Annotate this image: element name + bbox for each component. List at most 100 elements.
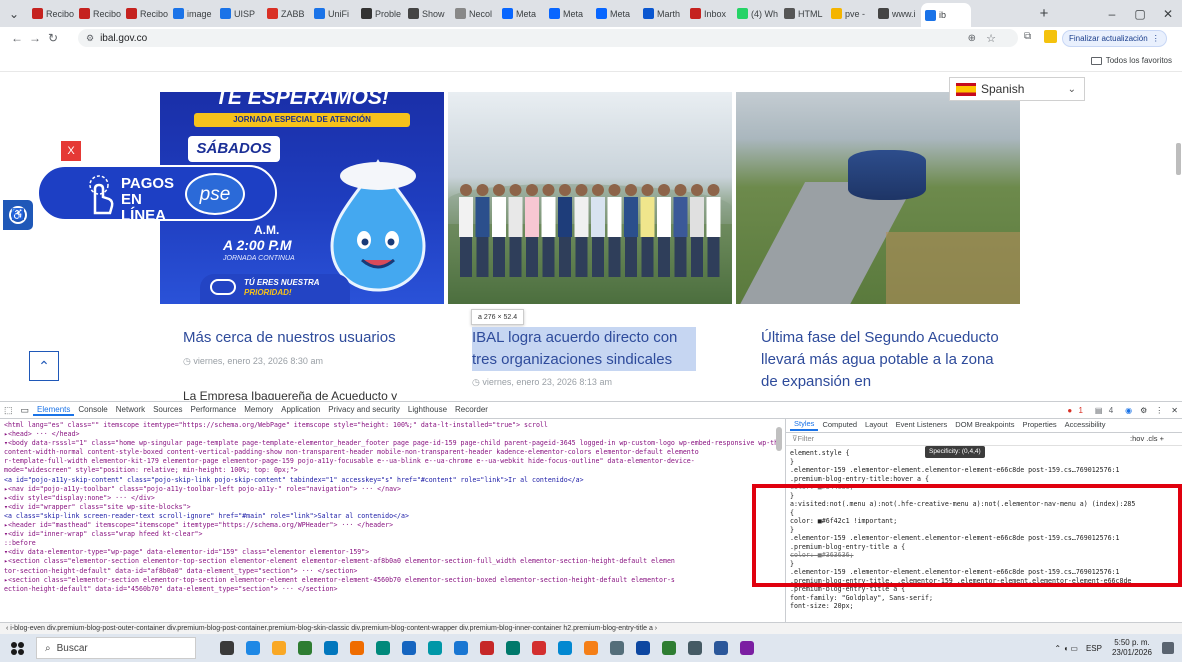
styles-subtab[interactable]: DOM Breakpoints xyxy=(951,421,1018,430)
kebab-menu-icon[interactable]: ⋮ xyxy=(1152,34,1160,43)
dom-line[interactable]: ::before xyxy=(4,539,782,548)
dom-line[interactable]: tor-section-height-default" data-id="af8… xyxy=(4,567,782,576)
browser-tab[interactable]: (4) Wh xyxy=(733,3,780,25)
accessibility-toolbar-button[interactable]: ♿ xyxy=(3,200,33,230)
styles-subtab[interactable]: Event Listeners xyxy=(892,421,952,430)
inspect-icon[interactable]: ⬚ xyxy=(0,405,17,416)
taskbar-app-icon[interactable] xyxy=(216,639,238,657)
bookmark-star-icon[interactable]: ☆ xyxy=(986,32,996,45)
devtools-tab[interactable]: Memory xyxy=(240,405,277,416)
close-badge[interactable]: X xyxy=(61,141,81,161)
post-title-1[interactable]: Más cerca de nuestros usuarios xyxy=(183,327,433,349)
styles-subtab[interactable]: Computed xyxy=(818,421,861,430)
language-indicator[interactable]: ESP xyxy=(1086,644,1102,653)
dom-line[interactable]: ▸<div style="display:none"> ··· </div> xyxy=(4,494,782,503)
language-select[interactable]: Spanish ⌄ xyxy=(949,77,1085,101)
browser-tab[interactable]: Recibo xyxy=(75,3,122,25)
taskbar-app-icon[interactable] xyxy=(554,639,576,657)
browser-tab[interactable]: ib xyxy=(921,2,971,28)
browser-tab[interactable]: Recibo xyxy=(28,3,75,25)
browser-tab[interactable]: pve - xyxy=(827,3,874,25)
dom-line[interactable]: ▸<nav id="pojo-a11y-toolbar" class="pojo… xyxy=(4,485,782,494)
dom-line[interactable]: <html lang="es" class="" itemscope itemt… xyxy=(4,421,782,430)
taskbar-app-icon[interactable] xyxy=(528,639,550,657)
clock[interactable]: 5:50 p. m. 23/01/2026 xyxy=(1112,638,1152,658)
browser-tab[interactable]: image xyxy=(169,3,216,25)
browser-tab[interactable]: UniFi xyxy=(310,3,357,25)
maximize-button[interactable]: ▢ xyxy=(1126,7,1154,21)
styles-subtab[interactable]: Accessibility xyxy=(1061,421,1110,430)
devtools-tab[interactable]: Lighthouse xyxy=(404,405,451,416)
styles-filter-tools[interactable]: :hov .cls + xyxy=(1130,434,1164,444)
taskbar-app-icon[interactable] xyxy=(450,639,472,657)
dom-line[interactable]: ection-height-default" data-id="4560b70"… xyxy=(4,585,782,594)
devtools-tab[interactable]: Recorder xyxy=(451,405,492,416)
post-title-3[interactable]: Última fase del Segundo Acueducto llevar… xyxy=(761,327,1001,393)
devtools-tab[interactable]: Elements xyxy=(33,405,75,416)
back-button[interactable]: ← xyxy=(8,31,26,45)
browser-tab[interactable]: Meta xyxy=(592,3,639,25)
extensions-icon[interactable]: ⧉ xyxy=(1024,31,1031,42)
taskbar-app-icon[interactable] xyxy=(658,639,680,657)
browser-tab[interactable]: ZABB xyxy=(263,3,310,25)
all-bookmarks-link[interactable]: Todos los favoritos xyxy=(1106,56,1172,65)
taskbar-app-icon[interactable] xyxy=(502,639,524,657)
address-bar[interactable]: ⚙ ibal.gov.co ⊕ ☆ xyxy=(78,29,1018,47)
styles-subtab[interactable]: Styles xyxy=(790,420,819,431)
browser-tab[interactable]: Recibo xyxy=(122,3,169,25)
taskbar-app-icon[interactable] xyxy=(476,639,498,657)
styles-subtab[interactable]: Layout xyxy=(861,421,892,430)
profile-extension-icon[interactable] xyxy=(1044,30,1057,43)
taskbar-app-icon[interactable] xyxy=(398,639,420,657)
dom-line[interactable]: ▾<div id="wrapper" class="site wp-site-b… xyxy=(4,503,782,512)
dom-scroll-handle[interactable] xyxy=(776,427,782,451)
more-options-icon[interactable]: ⋮ xyxy=(1151,406,1167,415)
dom-line[interactable]: <a id="pojo-a11y-skip-content" class="po… xyxy=(4,476,782,485)
pse-payments-widget[interactable]: PAGOS EN LÍNEA pse xyxy=(37,165,277,224)
dom-line[interactable]: ▸<section class="elementor-section eleme… xyxy=(4,576,782,585)
devtools-tab[interactable]: Network xyxy=(112,405,149,416)
devtools-tab[interactable]: Performance xyxy=(186,405,240,416)
styles-subtab[interactable]: Properties xyxy=(1018,421,1060,430)
error-count[interactable]: ● 1 xyxy=(1063,406,1091,415)
taskbar-search[interactable]: ⌕ Buscar xyxy=(36,637,196,659)
browser-tab[interactable]: Meta xyxy=(545,3,592,25)
taskbar-app-icon[interactable] xyxy=(268,639,290,657)
browser-tab[interactable]: Meta xyxy=(498,3,545,25)
devtools-tab[interactable]: Console xyxy=(74,405,111,416)
dom-line[interactable]: <a class="skip-link screen-reader-text s… xyxy=(4,512,782,521)
devtools-tab[interactable]: Privacy and security xyxy=(324,405,404,416)
browser-tab[interactable]: Proble xyxy=(357,3,404,25)
browser-tab[interactable]: Show xyxy=(404,3,451,25)
post-image-2[interactable] xyxy=(448,92,732,304)
dom-line[interactable]: ▾<div data-elementor-type="wp-page" data… xyxy=(4,548,782,557)
styles-filter-input[interactable]: Filter xyxy=(798,434,815,444)
reload-button[interactable]: ↻ xyxy=(44,31,62,45)
warning-count[interactable]: ▤ 4 xyxy=(1091,406,1121,415)
translate-icon[interactable]: ⊕ xyxy=(968,33,976,44)
dom-tree[interactable]: <html lang="es" class="" itemscope itemt… xyxy=(4,421,782,621)
notifications-icon[interactable] xyxy=(1162,642,1174,654)
taskbar-app-icon[interactable] xyxy=(710,639,732,657)
browser-tab[interactable]: Marth xyxy=(639,3,686,25)
system-tray[interactable]: ⌃ ◖ ▭ xyxy=(1054,644,1078,653)
minimize-button[interactable]: – xyxy=(1098,7,1126,21)
forward-button[interactable]: → xyxy=(26,31,44,45)
site-info-icon[interactable]: ⚙ xyxy=(86,33,94,44)
taskbar-app-icon[interactable] xyxy=(606,639,628,657)
taskbar-app-icon[interactable] xyxy=(372,639,394,657)
scroll-to-top-button[interactable]: ⌃ xyxy=(29,351,59,381)
devtools-tab[interactable]: Sources xyxy=(149,405,186,416)
taskbar-app-icon[interactable] xyxy=(632,639,654,657)
browser-tab[interactable]: Necol xyxy=(451,3,498,25)
start-button[interactable] xyxy=(6,639,28,657)
taskbar-app-icon[interactable] xyxy=(424,639,446,657)
dom-line[interactable]: content-width-normal content-style-boxed… xyxy=(4,448,782,457)
dom-line[interactable]: ▸<header id="masthead" itemscope="itemsc… xyxy=(4,521,782,530)
tab-search-button[interactable]: ⌄ xyxy=(0,7,28,21)
dom-line[interactable]: ▾<body data-rsssl="1" class="home wp-sin… xyxy=(4,439,782,448)
browser-tab[interactable]: www.i xyxy=(874,3,921,25)
post-image-3[interactable] xyxy=(736,92,1020,304)
taskbar-app-icon[interactable] xyxy=(294,639,316,657)
close-window-button[interactable]: ✕ xyxy=(1154,7,1182,21)
